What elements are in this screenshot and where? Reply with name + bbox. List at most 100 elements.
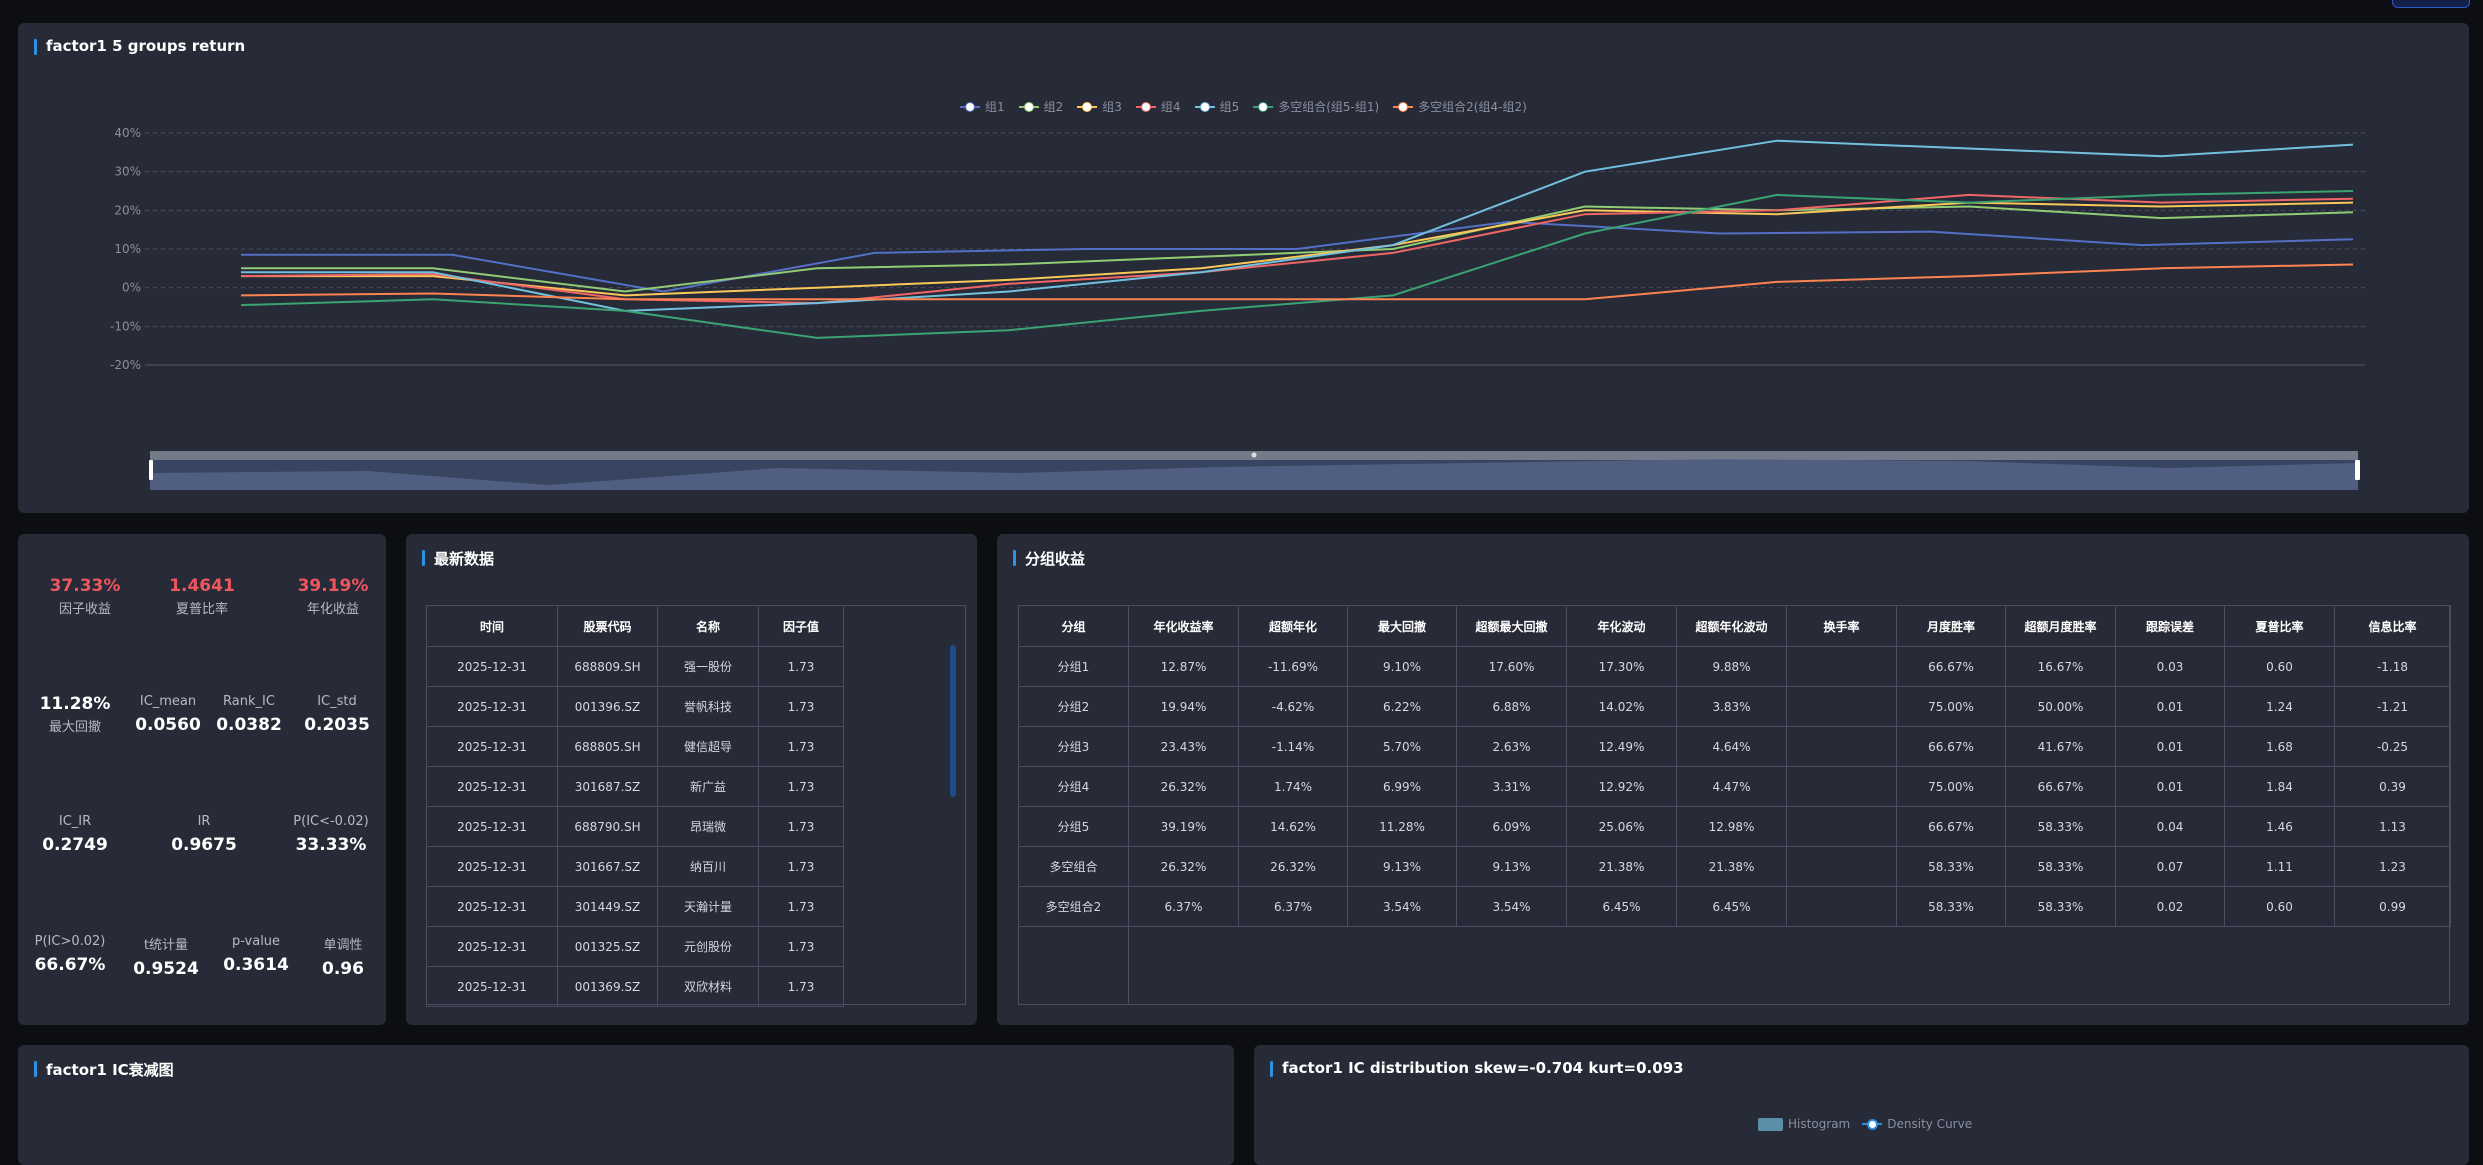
table-row[interactable]: 分组5 39.19% 14.62% 11.28% 6.09% 25.06% 12.98% 66… <box>1018 806 2451 847</box>
table-row[interactable]: 分组4 26.32% 1.74% 6.99% 3.31% 12.92% 4.47% 75.00… <box>1018 766 2451 807</box>
table-cell: 1.84 <box>2224 766 2335 807</box>
latest-table-header-row: 时间 股票代码 名称 因子值 <box>426 605 844 647</box>
group-table-header-cell: 夏普比率 <box>2224 605 2335 647</box>
table-cell: 2025-12-31 <box>426 766 558 807</box>
latest-table-scrollbar[interactable] <box>950 645 956 797</box>
table-cell: 001369.SZ <box>557 966 658 1007</box>
table-cell: 21.38% <box>1566 846 1677 887</box>
table-cell: 14.02% <box>1566 686 1677 727</box>
top-right-button[interactable] <box>2392 0 2470 8</box>
table-cell <box>1786 686 1897 727</box>
legend-item-histogram[interactable]: Histogram <box>1758 1117 1850 1131</box>
table-cell: 1.73 <box>758 646 844 687</box>
group-table-header-cell: 年化波动 <box>1566 605 1677 647</box>
table-row[interactable]: 2025-12-31 688809.SH 强一股份 1.73 <box>426 646 844 687</box>
table-row[interactable]: 2025-12-31 301687.SZ 新广益 1.73 <box>426 766 844 807</box>
table-cell: 2025-12-31 <box>426 726 558 767</box>
zoom-right-handle[interactable] <box>2355 460 2360 480</box>
table-cell: 50.00% <box>2005 686 2116 727</box>
table-cell: 1.11 <box>2224 846 2335 887</box>
table-row[interactable]: 2025-12-31 301449.SZ 天瀚计量 1.73 <box>426 886 844 927</box>
table-cell: 9.13% <box>1347 846 1457 887</box>
table-cell: 39.19% <box>1128 806 1239 847</box>
table-cell: 41.67% <box>2005 726 2116 767</box>
metric-factor-return: 37.33% 因子收益 <box>30 576 140 617</box>
metric-ic-mean-value: 0.0560 <box>135 715 201 735</box>
table-cell: 66.67% <box>1896 806 2006 847</box>
metric-rank-ic-label: Rank_IC <box>223 694 275 709</box>
metric-p-ic-positive-label: P(IC>0.02) <box>34 934 106 949</box>
latest-data-panel: 最新数据 时间 股票代码 名称 因子值 2025-12-31 688809.SH 强一股份… <box>406 534 977 1025</box>
table-cell: 分组3 <box>1018 726 1129 767</box>
table-cell: 强一股份 <box>657 646 759 687</box>
table-cell <box>1786 846 1897 887</box>
table-row[interactable]: 多空组合2 6.37% 6.37% 3.54% 3.54% 6.45% 6.45% 58.33… <box>1018 886 2451 927</box>
ic-distribution-legend[interactable]: Histogram Density Curve <box>1758 1117 1972 1131</box>
latest-table-header-cell: 因子值 <box>758 605 844 647</box>
zoom-left-handle[interactable] <box>149 460 153 480</box>
returns-chart-panel: factor1 5 groups return 组1 组2 组3 组4 组5 多空组合(组… <box>18 23 2469 513</box>
ic-decay-panel: factor1 IC衰减图 <box>18 1045 1234 1165</box>
table-row[interactable]: 分组2 19.94% -4.62% 6.22% 6.88% 14.02% 3.83% 75.0… <box>1018 686 2451 727</box>
table-cell: 23.43% <box>1128 726 1239 767</box>
metric-t-stat: t统计量 0.9524 <box>121 934 211 979</box>
table-cell: 4.64% <box>1676 726 1787 767</box>
table-cell: 688809.SH <box>557 646 658 687</box>
table-cell: -1.18 <box>2334 646 2451 687</box>
legend-item-density-curve[interactable]: Density Curve <box>1862 1117 1972 1131</box>
table-cell: 1.73 <box>758 886 844 927</box>
metric-sharpe: 1.4641 夏普比率 <box>147 576 257 617</box>
table-row[interactable]: 2025-12-31 001369.SZ 双欣材料 1.73 <box>426 966 844 1007</box>
table-cell: 6.99% <box>1347 766 1457 807</box>
table-cell: 1.74% <box>1238 766 1348 807</box>
table-cell: -1.14% <box>1238 726 1348 767</box>
table-cell: 1.73 <box>758 926 844 967</box>
table-cell: 9.10% <box>1347 646 1457 687</box>
table-cell: 26.32% <box>1128 846 1239 887</box>
series-line-6 <box>240 190 2354 339</box>
table-row[interactable]: 2025-12-31 688790.SH 昂瑞微 1.73 <box>426 806 844 847</box>
group-table-header-cell: 超额月度胜率 <box>2005 605 2116 647</box>
group-table-header-cell: 超额最大回撤 <box>1456 605 1567 647</box>
latest-table-header-cell: 时间 <box>426 605 558 647</box>
latest-table-body: 2025-12-31 688809.SH 强一股份 1.73 2025-12-31 001… <box>426 646 844 1007</box>
legend-histogram-label: Histogram <box>1788 1117 1851 1131</box>
group-returns-table: 分组 年化收益率 超额年化 最大回撤 超额最大回撤 年化波动 超额年化波动 换手率 月度胜率 超额… <box>1018 605 2451 927</box>
metric-monotonic: 单调性 0.96 <box>298 934 388 979</box>
table-cell: -11.69% <box>1238 646 1348 687</box>
group-table-header-cell: 超额年化 <box>1238 605 1348 647</box>
group-table-header-cell: 年化收益率 <box>1128 605 1239 647</box>
metric-factor-return-label: 因子收益 <box>58 602 111 617</box>
table-cell: -1.21 <box>2334 686 2451 727</box>
group-returns-panel: 分组收益 分组 年化收益率 超额年化 最大回撤 超额最大回撤 年化波动 超额年化波动 换手率月… <box>997 534 2469 1025</box>
table-cell: 3.83% <box>1676 686 1787 727</box>
table-cell: -4.62% <box>1238 686 1348 727</box>
table-cell: 2025-12-31 <box>426 966 558 1007</box>
table-cell: 1.13 <box>2334 806 2451 847</box>
metric-rank-ic: Rank_IC 0.0382 <box>204 694 294 735</box>
table-row[interactable]: 多空组合 26.32% 26.32% 9.13% 9.13% 21.38% 21.38% 58… <box>1018 846 2451 887</box>
zoom-slider-grip-icon[interactable] <box>1251 452 1257 458</box>
latest-table-header-cell: 股票代码 <box>557 605 658 647</box>
table-cell: 688790.SH <box>557 806 658 847</box>
table-cell: 19.94% <box>1128 686 1239 727</box>
metric-p-ic-negative-value: 33.33% <box>295 835 367 855</box>
metric-annual-return-value: 39.19% <box>297 576 369 596</box>
metric-ic-std-label: IC_std <box>317 694 357 709</box>
table-row[interactable]: 2025-12-31 001325.SZ 元创股份 1.73 <box>426 926 844 967</box>
table-cell: 6.88% <box>1456 686 1567 727</box>
y-tick-label: 10% <box>114 242 141 256</box>
table-cell: 001396.SZ <box>557 686 658 727</box>
table-row[interactable]: 分组3 23.43% -1.14% 5.70% 2.63% 12.49% 4.64% 66.6… <box>1018 726 2451 767</box>
table-row[interactable]: 2025-12-31 688805.SH 健信超导 1.73 <box>426 726 844 767</box>
table-cell: 21.38% <box>1676 846 1787 887</box>
table-cell: 3.54% <box>1347 886 1457 927</box>
table-row[interactable]: 分组1 12.87% -11.69% 9.10% 17.60% 17.30% 9.88% 66… <box>1018 646 2451 687</box>
metric-ic-mean: IC_mean 0.0560 <box>123 694 213 735</box>
table-row[interactable]: 2025-12-31 301667.SZ 纳百川 1.73 <box>426 846 844 887</box>
table-cell: 健信超导 <box>657 726 759 767</box>
table-cell: 16.67% <box>2005 646 2116 687</box>
group-table-header-row: 分组 年化收益率 超额年化 最大回撤 超额最大回撤 年化波动 超额年化波动 换手率 月度胜率 超额… <box>1018 605 2451 647</box>
table-cell: 分组2 <box>1018 686 1129 727</box>
table-row[interactable]: 2025-12-31 001396.SZ 誉帆科技 1.73 <box>426 686 844 727</box>
